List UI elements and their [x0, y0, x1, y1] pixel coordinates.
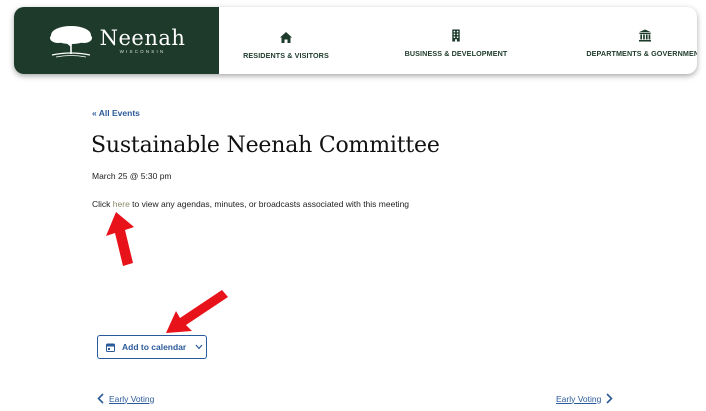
- chevron-right-icon: [606, 393, 614, 404]
- next-event-label: Early Voting: [556, 393, 602, 404]
- chevron-left-icon: [97, 393, 104, 404]
- add-to-calendar-label: Add to calendar: [122, 342, 187, 352]
- meeting-docs-link[interactable]: here: [113, 199, 130, 209]
- government-building-icon: [638, 29, 652, 42]
- previous-event-link[interactable]: Early Voting: [97, 393, 154, 404]
- nav-label: RESIDENTS & VISITORS: [243, 51, 329, 60]
- nav-label: DEPARTMENTS & GOVERNMENT: [586, 49, 697, 58]
- nav-business-development[interactable]: BUSINESS & DEVELOPMENT: [400, 29, 512, 58]
- calendar-icon: [106, 343, 115, 352]
- nav-residents-visitors[interactable]: RESIDENTS & VISITORS: [232, 31, 340, 60]
- logo-name: Neenah: [99, 26, 186, 50]
- nav-label: BUSINESS & DEVELOPMENT: [404, 49, 508, 58]
- nav-departments-government[interactable]: DEPARTMENTS & GOVERNMENT: [584, 29, 697, 58]
- desc-text-before: Click: [92, 199, 113, 209]
- site-logo[interactable]: Neenah WISCONSIN: [14, 7, 219, 74]
- event-date: March 25 @ 5:30 pm: [92, 171, 172, 181]
- tree-logo-icon: [49, 25, 92, 57]
- main-nav: RESIDENTS & VISITORS BUSINESS & DEVELOPM…: [219, 7, 697, 74]
- event-title: Sustainable Neenah Committee: [91, 133, 440, 158]
- desc-text-after: to view any agendas, minutes, or broadca…: [129, 199, 410, 209]
- previous-event-label: Early Voting: [109, 393, 155, 404]
- event-description: Click here to view any agendas, minutes,…: [92, 199, 409, 209]
- annotation-arrow-diagonal: [166, 290, 228, 333]
- logo-wordmark: Neenah WISCONSIN: [100, 27, 186, 54]
- home-icon: [280, 32, 292, 43]
- logo-subtitle: WISCONSIN: [119, 49, 166, 54]
- all-events-link[interactable]: « All Events: [92, 108, 140, 118]
- annotation-arrow-up: [106, 212, 134, 266]
- building-icon: [452, 29, 460, 42]
- next-event-link[interactable]: Early Voting: [556, 393, 614, 404]
- chevron-down-icon: [195, 344, 203, 350]
- site-header: Neenah WISCONSIN RESIDENTS & VISITORS BU…: [14, 7, 697, 74]
- add-to-calendar-button[interactable]: Add to calendar: [97, 335, 207, 359]
